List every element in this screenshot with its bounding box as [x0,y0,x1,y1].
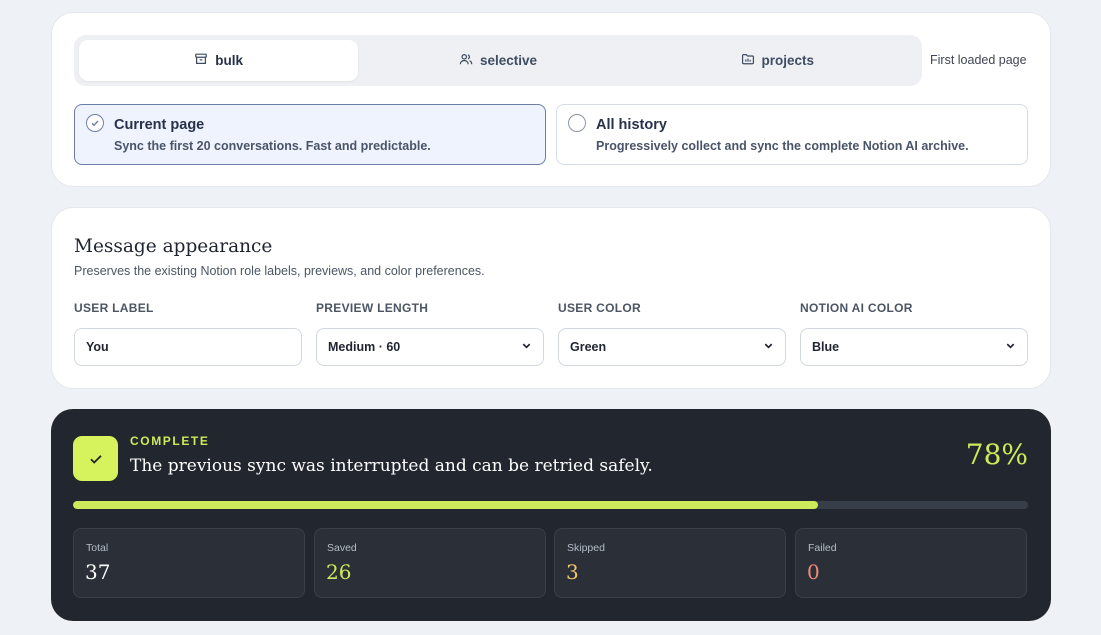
status-badge [73,436,118,481]
radio-unselected[interactable] [568,114,586,132]
stat-label: Saved [327,542,357,554]
stat-label: Total [86,542,109,554]
stat-skipped: Skipped 3 [554,528,786,598]
message-appearance-card: Message appearance Preserves the existin… [51,207,1051,389]
stat-value: 0 [807,560,820,584]
scope-note: First loaded page [930,53,1027,67]
archive-icon [194,52,208,69]
tab-label: projects [761,53,815,68]
progress-fill [73,501,818,509]
stat-label: Failed [808,542,837,554]
preview-length-select[interactable]: Medium · 60 [316,328,544,366]
ai-color-select[interactable]: Blue [800,328,1028,366]
option-description: Progressively collect and sync the compl… [596,139,969,153]
tab-selective[interactable]: selective [358,40,637,81]
user-label-input[interactable]: You [74,328,302,366]
sync-mode-card: bulk selective projects First loaded pag… [51,12,1051,187]
check-icon [91,120,99,127]
stat-value: 3 [566,560,579,584]
stat-value: 26 [326,560,352,584]
sync-status-card: COMPLETE The previous sync was interrupt… [51,409,1051,621]
section-title: Message appearance [74,236,273,257]
option-title: Current page [114,117,205,133]
option-description: Sync the first 20 conversations. Fast an… [114,139,431,153]
option-current-page[interactable]: Current page Sync the first 20 conversat… [74,104,546,165]
stat-value: 37 [85,560,111,584]
tab-label: selective [479,53,538,68]
check-icon [89,454,102,464]
user-color-label: USER COLOR [558,301,642,315]
chevron-down-icon [521,340,532,354]
stat-label: Skipped [567,542,605,554]
progress-bar [73,501,1028,509]
tab-label: bulk [215,53,244,68]
progress-percent: 78% [965,438,1028,471]
stat-total: Total 37 [73,528,305,598]
field-value: Blue [812,340,840,354]
tab-projects[interactable]: projects [638,40,917,81]
ai-color-label: NOTION AI COLOR [800,301,913,315]
radio-selected[interactable] [86,114,104,132]
users-icon [459,52,473,69]
folder-icon [741,52,755,69]
stat-saved: Saved 26 [314,528,546,598]
chevron-down-icon [763,340,774,354]
field-value: Green [570,340,607,354]
status-message: The previous sync was interrupted and ca… [130,456,653,476]
status-label: COMPLETE [130,434,210,448]
chevron-down-icon [1005,340,1016,354]
field-value: Medium · 60 [328,340,401,354]
section-subtitle: Preserves the existing Notion role label… [74,264,485,278]
user-color-select[interactable]: Green [558,328,786,366]
field-value: You [86,340,109,354]
option-title: All history [596,117,667,133]
preview-length-label: PREVIEW LENGTH [316,301,429,315]
option-all-history[interactable]: All history Progressively collect and sy… [556,104,1028,165]
stat-failed: Failed 0 [795,528,1027,598]
user-label-label: USER LABEL [74,301,154,315]
tab-bulk[interactable]: bulk [79,40,359,81]
mode-tabs: bulk selective projects [74,35,922,86]
